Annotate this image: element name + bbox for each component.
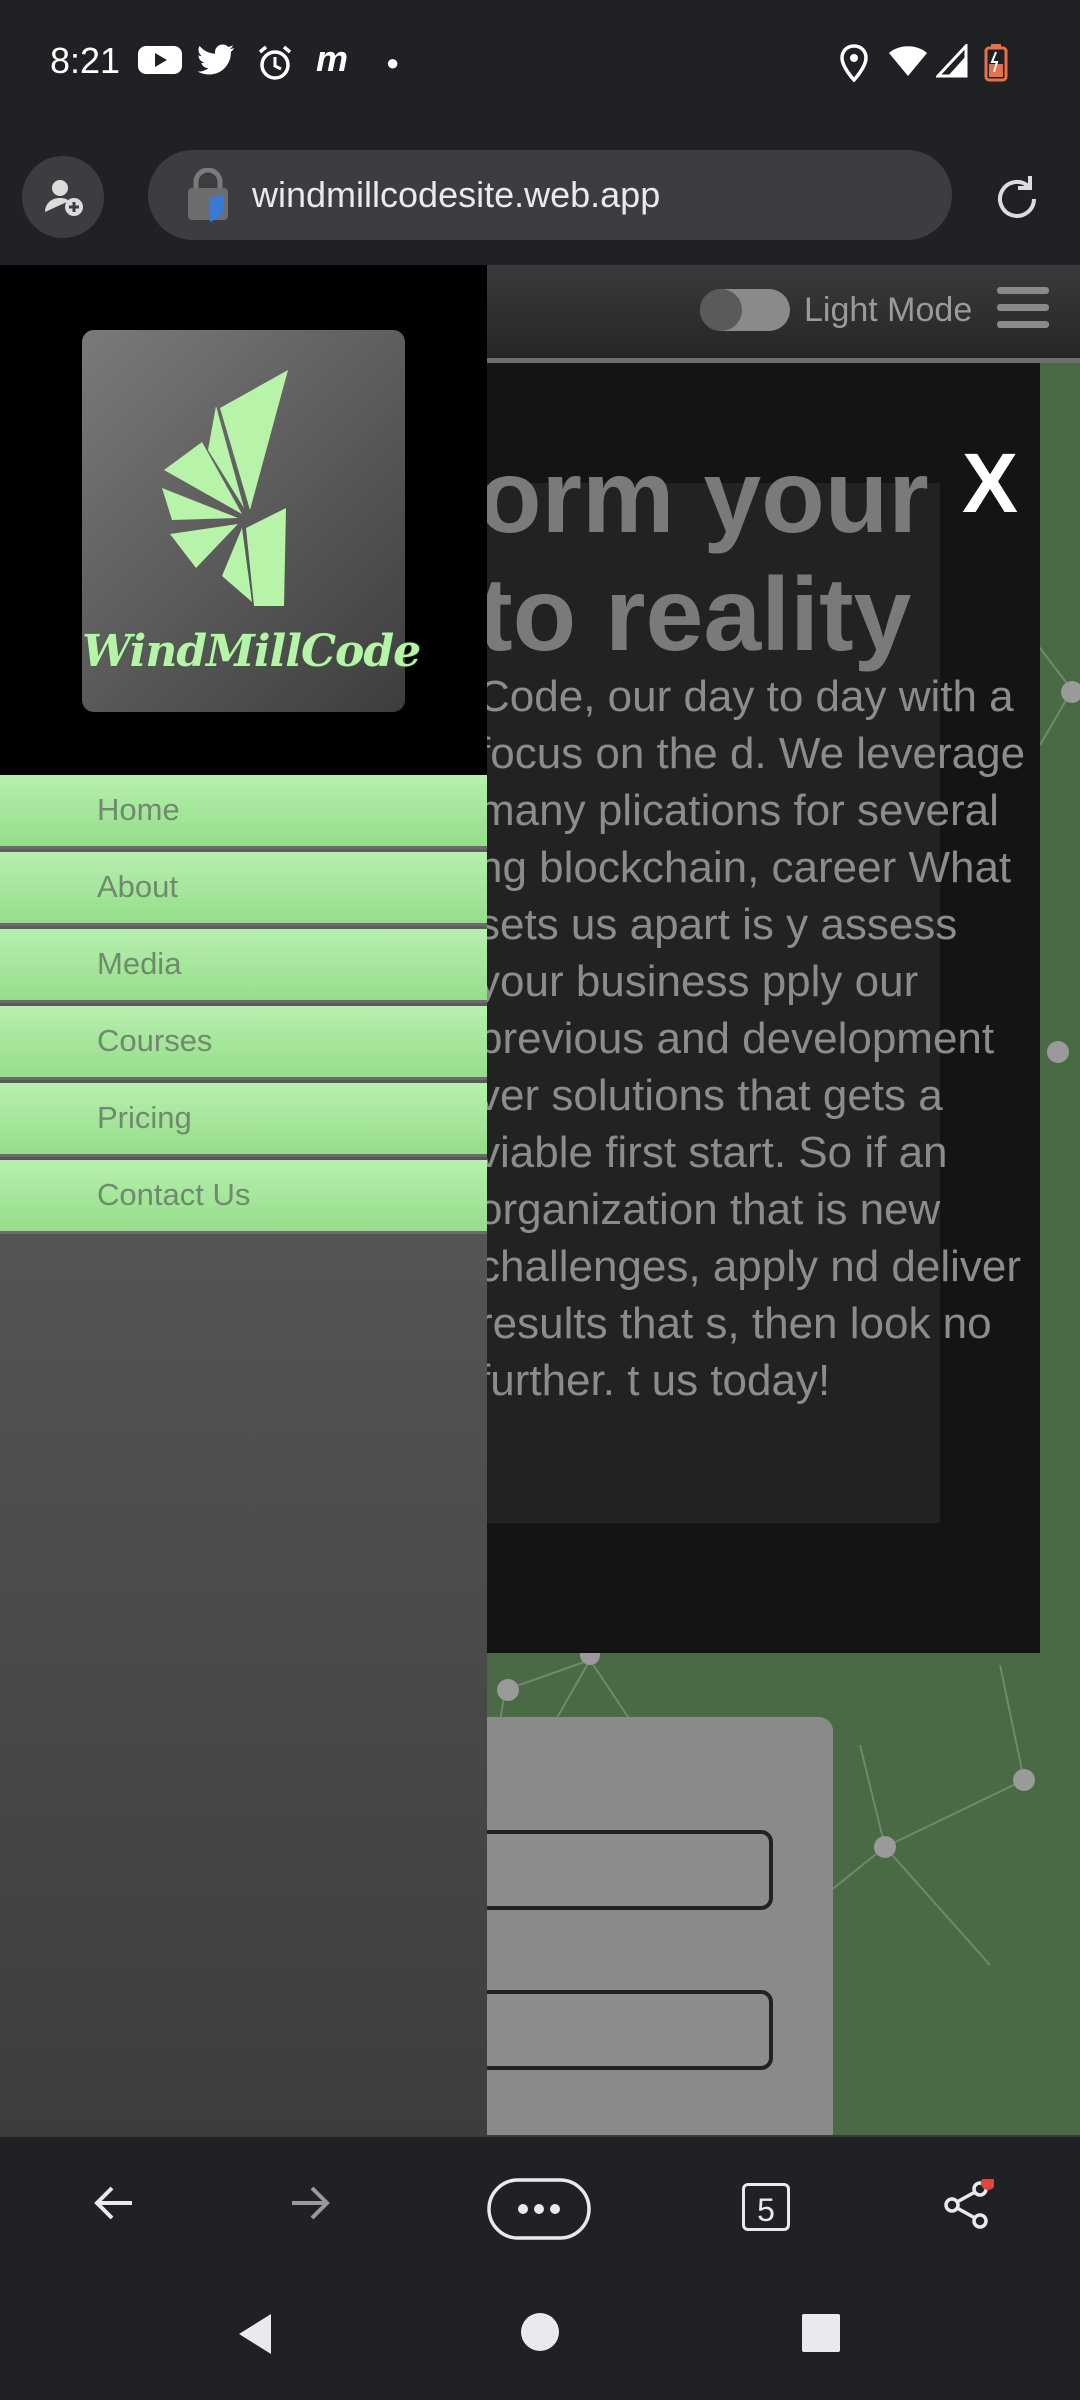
alarm-icon (256, 44, 294, 90)
notification-dot-icon: ● (386, 50, 400, 75)
menu-item-contact-us[interactable]: Contact Us (0, 1160, 487, 1234)
profile-button[interactable] (22, 156, 104, 238)
hero-title-line2: to reality (478, 557, 912, 673)
menu-item-about[interactable]: About (0, 852, 487, 926)
notification-badge (981, 2176, 995, 2190)
side-drawer: WindMillCode Home About Media Courses Pr… (0, 265, 487, 2135)
wifi-icon (888, 44, 928, 86)
system-home-icon[interactable] (520, 2312, 560, 2357)
menu-item-label: Contact Us (97, 1177, 251, 1212)
url-text: windmillcodesite.web.app (252, 174, 661, 215)
forward-arrow-icon[interactable] (288, 2183, 332, 2228)
logo-text: WindMillCode (82, 626, 421, 677)
status-time: 8:21 (50, 40, 121, 81)
app-m-icon: m (316, 38, 349, 79)
twitter-icon (196, 44, 236, 86)
site-logo[interactable]: WindMillCode (82, 330, 421, 712)
system-back-icon[interactable] (235, 2312, 275, 2361)
add-profile-icon (43, 176, 85, 223)
menu-item-label: Pricing (97, 1100, 192, 1135)
menu-item-label: Courses (97, 1023, 213, 1058)
more-menu-icon[interactable] (487, 2178, 591, 2245)
system-navigation-bar (0, 2270, 1080, 2400)
windmill-logo-icon (162, 370, 288, 606)
menu-item-label: Media (97, 946, 182, 981)
reload-icon[interactable] (990, 172, 1044, 226)
tab-count-button[interactable]: 5 (742, 2183, 790, 2231)
toggle-knob (700, 289, 742, 331)
menu-item-media[interactable]: Media (0, 929, 487, 1003)
hero-description: Code, our day to day with a focus on the… (478, 672, 1026, 1405)
drawer-menu: Home About Media Courses Pricing Contact… (0, 775, 487, 1237)
battery-icon (984, 44, 1008, 90)
light-mode-label: Light Mode (804, 291, 973, 329)
hamburger-menu-icon[interactable] (997, 287, 1049, 333)
location-icon (838, 44, 870, 90)
system-recents-icon[interactable] (802, 2314, 840, 2357)
hero-title: orm your to reality (478, 438, 1040, 674)
menu-item-label: Home (97, 792, 180, 827)
secure-site-icon (184, 167, 236, 229)
light-mode-toggle[interactable] (700, 289, 790, 331)
menu-item-courses[interactable]: Courses (0, 1006, 487, 1080)
menu-item-pricing[interactable]: Pricing (0, 1083, 487, 1157)
close-menu-button[interactable]: X (962, 435, 1018, 532)
hero-title-line1: orm your (478, 439, 929, 555)
web-page: Light Mode orm your to reality Code, our … (0, 265, 1080, 2135)
youtube-icon (138, 44, 182, 84)
browser-toolbar: windmillcodesite.web.app (0, 130, 1080, 265)
drawer-header: WindMillCode (0, 265, 487, 775)
cell-signal-icon (934, 42, 968, 86)
status-bar: 8:21 m ● (0, 0, 1080, 130)
browser-bottom-toolbar: 5 (0, 2135, 1080, 2272)
back-arrow-icon[interactable] (92, 2183, 136, 2228)
menu-item-label: About (97, 869, 179, 904)
address-bar[interactable]: windmillcodesite.web.app (148, 150, 952, 240)
share-icon[interactable] (942, 2176, 995, 2236)
menu-item-home[interactable]: Home (0, 775, 487, 849)
